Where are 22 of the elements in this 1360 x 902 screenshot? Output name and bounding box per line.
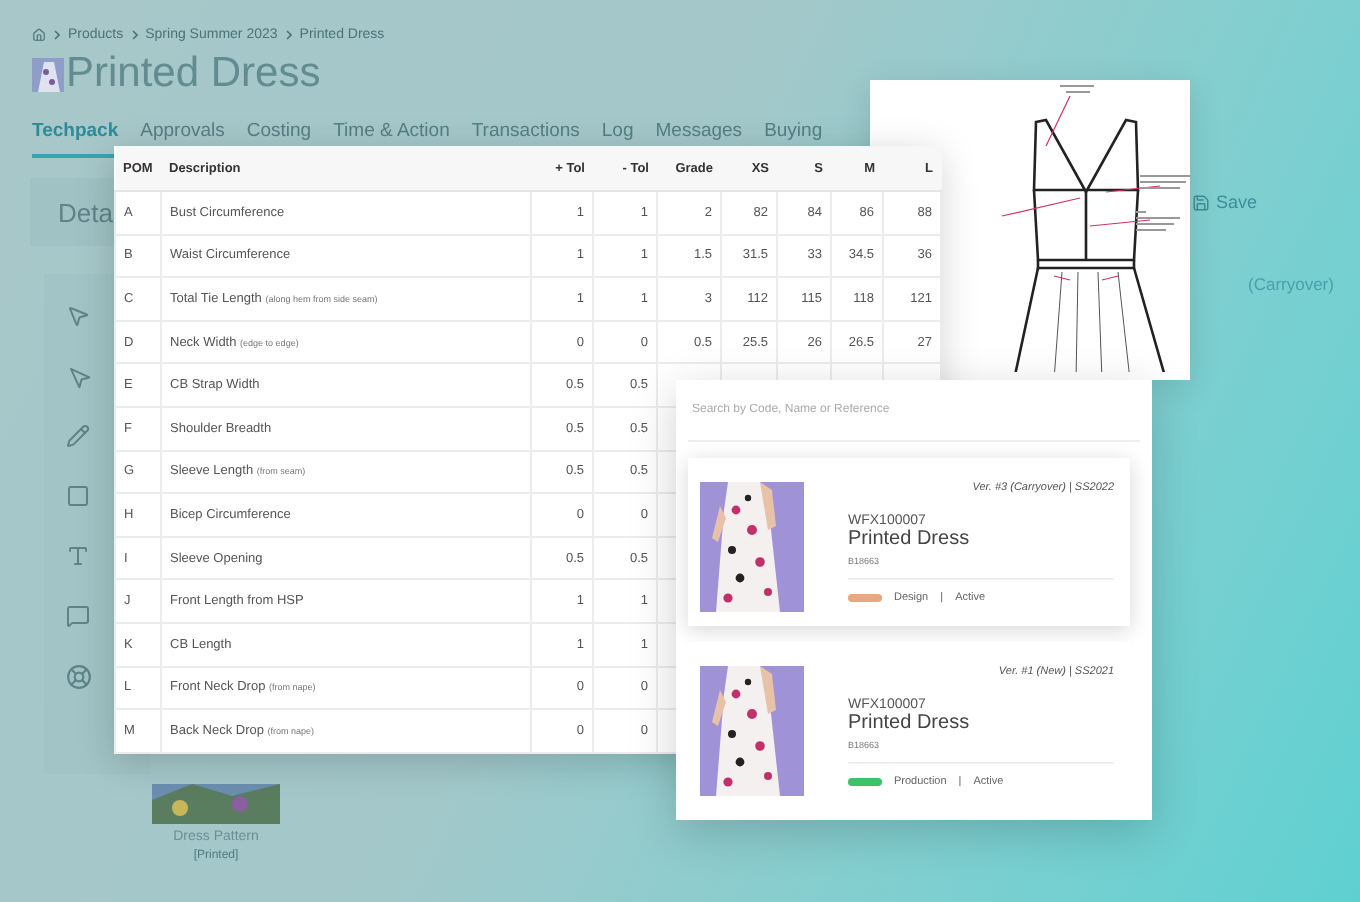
chevron-icon (54, 30, 60, 40)
tab[interactable]: Costing (246, 122, 312, 142)
text-icon[interactable] (66, 544, 90, 568)
comment-icon[interactable] (66, 604, 90, 628)
tab[interactable]: Transactions (471, 122, 580, 142)
tab[interactable]: Time & Action (333, 122, 450, 142)
product-name: Printed Dress (848, 528, 972, 550)
lifebuoy-icon[interactable] (66, 664, 92, 690)
tab[interactable]: Approvals (140, 122, 225, 142)
tab[interactable]: Messages (655, 122, 743, 142)
chevron-icon (131, 30, 138, 40)
home-icon[interactable] (32, 28, 46, 42)
pencil-icon[interactable] (66, 424, 90, 448)
save-icon[interactable] (1192, 193, 1210, 211)
chevron-icon (285, 30, 292, 40)
tab[interactable]: Buying (764, 122, 823, 142)
page-title: Printed Dress (66, 50, 321, 98)
product-name: Printed Dress (848, 712, 972, 734)
save-link[interactable]: Save (1216, 192, 1258, 212)
select-icon[interactable] (66, 304, 90, 328)
tab[interactable]: Log (601, 122, 634, 142)
rectangle-icon[interactable] (66, 484, 90, 508)
